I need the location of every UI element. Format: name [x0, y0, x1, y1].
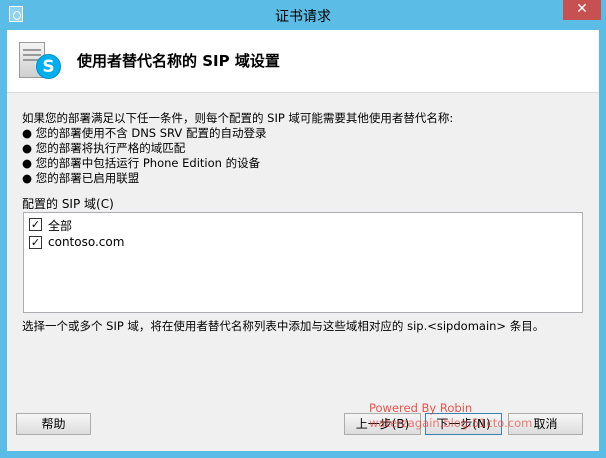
- description-intro: 如果您的部署满足以下任一条件，则每个配置的 SIP 域可能需要其他使用者替代名称…: [22, 111, 454, 125]
- list-item-label: 全部: [48, 219, 73, 233]
- page-title: 使用者替代名称的 SIP 域设置: [77, 52, 280, 70]
- checkbox-contoso[interactable]: ✓: [29, 236, 42, 249]
- description-bullet: ● 您的部署将执行严格的域匹配: [22, 141, 186, 155]
- wizard-header: S 使用者替代名称的 SIP 域设置: [7, 30, 599, 93]
- description-bullet: ● 您的部署使用不含 DNS SRV 配置的自动登录: [22, 126, 267, 140]
- description-bullet: ● 您的部署已启用联盟: [22, 171, 140, 185]
- sip-domains-label: 配置的 SIP 域(C): [22, 197, 114, 211]
- close-button[interactable]: ✕: [563, 0, 601, 20]
- sip-domains-list[interactable]: ✓ 全部 ✓ contoso.com: [23, 212, 583, 313]
- checkbox-all[interactable]: ✓: [29, 218, 42, 231]
- dialog-content: S 使用者替代名称的 SIP 域设置 如果您的部署满足以下任一条件，则每个配置的…: [7, 30, 599, 451]
- description-bullet: ● 您的部署中包括运行 Phone Edition 的设备: [22, 156, 261, 170]
- skype-icon: S: [36, 54, 61, 79]
- certificate-request-window: 证书请求 ✕ S 使用者替代名称的 SIP 域设置 如果您的部署满足以下任一条件…: [0, 0, 606, 458]
- help-button[interactable]: 帮助: [16, 413, 91, 435]
- cancel-button[interactable]: 取消: [508, 413, 583, 435]
- title-bar[interactable]: 证书请求 ✕: [0, 0, 606, 30]
- window-title: 证书请求: [275, 9, 331, 25]
- back-button[interactable]: 上一步(B): [344, 413, 421, 435]
- next-button[interactable]: 下一步(N): [425, 413, 502, 435]
- list-item-label: contoso.com: [48, 235, 125, 249]
- hint-text: 选择一个或多个 SIP 域，将在使用者替代名称列表中添加与这些域相对应的 sip…: [22, 319, 545, 333]
- description: 如果您的部署满足以下任一条件，则每个配置的 SIP 域可能需要其他使用者替代名称…: [22, 111, 587, 186]
